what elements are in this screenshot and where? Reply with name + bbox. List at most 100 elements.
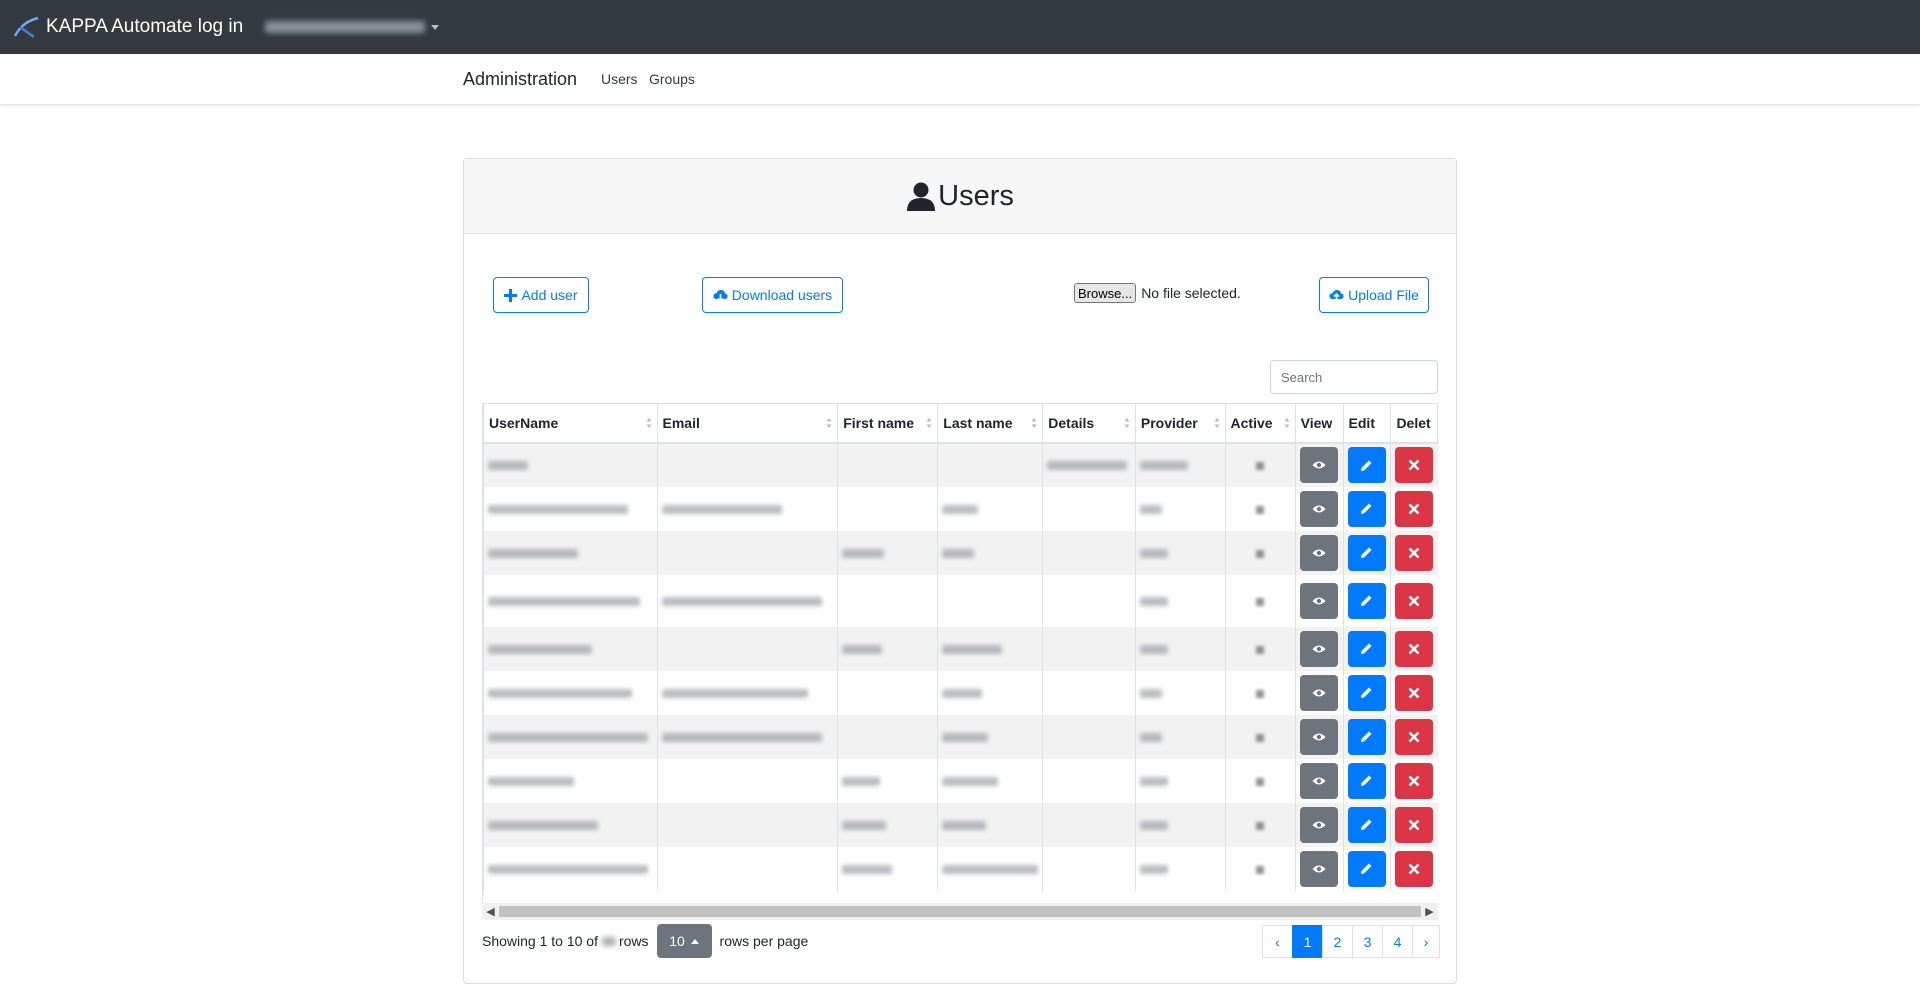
- active-checkbox[interactable]: [1255, 549, 1264, 558]
- page-button-4[interactable]: 4: [1382, 925, 1413, 958]
- brand[interactable]: KAPPA Automate log in: [14, 16, 243, 38]
- active-checkbox[interactable]: [1255, 821, 1264, 830]
- redacted-text: [842, 776, 881, 786]
- nav-link-users[interactable]: Users: [601, 71, 638, 87]
- redacted-text: [661, 732, 822, 742]
- scroll-left-icon[interactable]: ◀: [482, 903, 499, 920]
- scrollbar-thumb[interactable]: [499, 906, 1421, 917]
- upload-file-button[interactable]: Upload File: [1319, 277, 1429, 313]
- view-button[interactable]: [1299, 762, 1338, 799]
- active-checkbox[interactable]: [1255, 733, 1264, 742]
- delete-button[interactable]: [1395, 718, 1434, 755]
- view-button[interactable]: [1299, 674, 1338, 711]
- delete-button[interactable]: [1395, 762, 1434, 799]
- nav-link-groups[interactable]: Groups: [649, 71, 695, 87]
- page-prev-button[interactable]: ‹: [1262, 925, 1293, 958]
- view-button[interactable]: [1299, 534, 1338, 571]
- column-header-provider[interactable]: Provider: [1134, 403, 1226, 444]
- delete-button[interactable]: [1395, 490, 1434, 527]
- sort-icon: [926, 418, 932, 428]
- view-button[interactable]: [1299, 806, 1338, 843]
- redacted-text: [942, 732, 989, 742]
- scroll-right-icon[interactable]: ▶: [1421, 903, 1438, 920]
- edit-button[interactable]: [1347, 630, 1386, 667]
- edit-button[interactable]: [1347, 718, 1386, 755]
- file-input[interactable]: Browse... No file selected.: [1074, 283, 1241, 303]
- search-input[interactable]: [1270, 360, 1438, 394]
- delete-button[interactable]: [1395, 534, 1434, 571]
- column-header-first-name[interactable]: First name: [837, 403, 939, 444]
- page-button-3[interactable]: 3: [1352, 925, 1383, 958]
- page-button-1[interactable]: 1: [1292, 925, 1323, 958]
- download-users-button[interactable]: Download users: [702, 277, 843, 313]
- view-button[interactable]: [1299, 718, 1338, 755]
- pencil-icon: [1361, 595, 1372, 606]
- edit-button[interactable]: [1347, 806, 1386, 843]
- plus-icon: [504, 288, 518, 302]
- cell-last-name: [937, 530, 1043, 575]
- close-icon: [1409, 595, 1420, 606]
- column-header-details[interactable]: Details: [1042, 403, 1136, 444]
- horizontal-scrollbar[interactable]: ◀ ▶: [482, 903, 1438, 920]
- cell-active: [1224, 442, 1296, 487]
- delete-button[interactable]: [1395, 582, 1434, 619]
- view-button[interactable]: [1299, 850, 1338, 887]
- active-checkbox[interactable]: [1255, 777, 1264, 786]
- page-size-dropdown[interactable]: 10: [656, 924, 712, 958]
- edit-button[interactable]: [1347, 447, 1386, 483]
- cell-username: [483, 530, 657, 575]
- redacted-text: [842, 820, 887, 830]
- edit-button[interactable]: [1347, 582, 1386, 619]
- cell-first-name: [837, 714, 938, 759]
- active-checkbox[interactable]: [1255, 597, 1264, 606]
- redacted-text: [488, 688, 632, 698]
- cell-first-name: [837, 486, 938, 531]
- redacted-text: [488, 864, 648, 874]
- delete-button[interactable]: [1395, 806, 1434, 843]
- redacted-text: [942, 864, 1039, 874]
- active-checkbox[interactable]: [1255, 865, 1264, 874]
- redacted-text: [661, 688, 808, 698]
- sort-icon: [1031, 418, 1037, 428]
- cell-view: [1294, 670, 1344, 715]
- edit-button[interactable]: [1347, 850, 1386, 887]
- column-header-last-name[interactable]: Last name: [937, 403, 1044, 444]
- active-checkbox[interactable]: [1255, 462, 1264, 470]
- cell-edit: [1342, 758, 1391, 803]
- edit-button[interactable]: [1347, 534, 1386, 571]
- view-button[interactable]: [1299, 490, 1338, 527]
- cell-last-name: [937, 758, 1043, 803]
- cell-username: [483, 846, 657, 891]
- cell-username: [483, 670, 657, 715]
- page-button-2[interactable]: 2: [1322, 925, 1353, 958]
- browse-button[interactable]: Browse...: [1074, 283, 1137, 303]
- cell-delete: [1390, 846, 1438, 891]
- delete-button[interactable]: [1395, 630, 1434, 667]
- delete-button[interactable]: [1395, 674, 1434, 711]
- cell-last-name: [937, 670, 1043, 715]
- view-button[interactable]: [1299, 582, 1338, 619]
- view-button[interactable]: [1299, 630, 1338, 667]
- view-button[interactable]: [1299, 447, 1338, 483]
- add-user-button[interactable]: Add user: [493, 277, 589, 313]
- cell-details: [1042, 530, 1136, 575]
- column-header-username[interactable]: UserName: [483, 403, 658, 444]
- active-checkbox[interactable]: [1255, 505, 1264, 514]
- page-next-button[interactable]: ›: [1412, 925, 1440, 958]
- cell-active: [1224, 758, 1296, 803]
- user-dropdown[interactable]: [265, 21, 440, 33]
- edit-button[interactable]: [1347, 674, 1386, 711]
- column-header-email[interactable]: Email: [656, 403, 839, 444]
- cell-provider: [1134, 802, 1226, 847]
- cell-active: [1224, 846, 1296, 891]
- active-checkbox[interactable]: [1255, 689, 1264, 698]
- redacted-text: [488, 504, 628, 514]
- edit-button[interactable]: [1347, 762, 1386, 799]
- column-header-active[interactable]: Active: [1224, 403, 1296, 444]
- cell-email: [656, 714, 838, 759]
- delete-button[interactable]: [1395, 447, 1434, 483]
- table-row: [483, 714, 1438, 759]
- edit-button[interactable]: [1347, 490, 1386, 527]
- delete-button[interactable]: [1395, 850, 1434, 887]
- active-checkbox[interactable]: [1255, 645, 1264, 654]
